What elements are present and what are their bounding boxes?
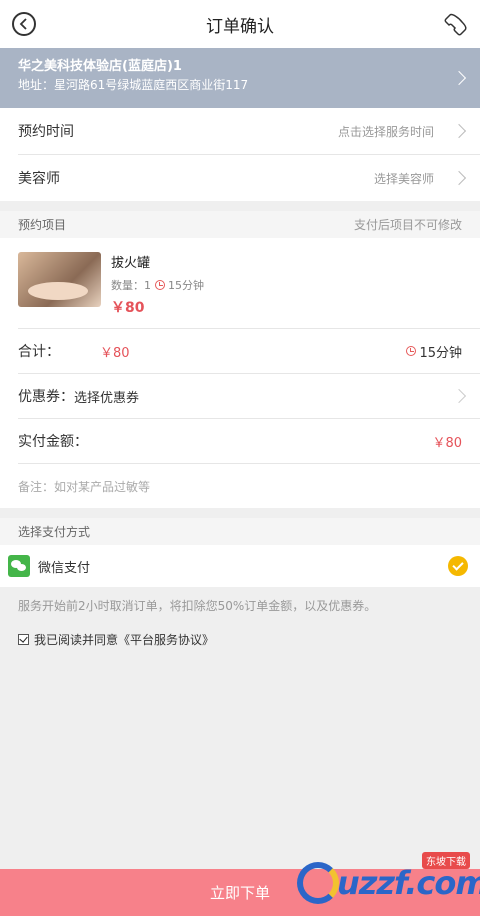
cancellation-notice: 服务开始前2小时取消订单，将扣除您50%订单金额，以及优惠券。 — [18, 599, 377, 613]
store-name: 华之美科技体验店(蓝庭店)1 — [18, 59, 182, 74]
watermark-logo: uzzf.com 东坡下载 — [297, 852, 480, 910]
watermark-text: uzzf.com — [337, 864, 480, 902]
store-info[interactable]: 华之美科技体验店(蓝庭店)1 地址：星河路61号绿城蓝庭西区商业街117 — [0, 48, 480, 108]
store-address: 地址：星河路61号绿城蓝庭西区商业街117 — [18, 78, 249, 92]
agreement-row[interactable]: 我已阅读并同意《平台服务协议》 — [0, 625, 480, 654]
payment-section-title: 选择支付方式 — [18, 525, 91, 539]
payable-label: 实付金额： — [18, 434, 88, 450]
payable-row: 实付金额： ￥80 — [0, 419, 480, 463]
clock-icon — [406, 346, 417, 356]
service-price: ￥80 — [111, 300, 145, 316]
appointment-time-value: 点击选择服务时间 — [337, 124, 434, 139]
appointment-time-label: 预约时间 — [18, 124, 74, 140]
wechat-pay-option[interactable]: 微信支付 — [0, 545, 480, 587]
stylist-value: 选择美容师 — [373, 171, 434, 186]
appointment-time-row[interactable]: 预约时间 点击选择服务时间 — [0, 108, 480, 154]
wechat-icon — [8, 555, 30, 577]
total-amount: ￥80 — [100, 345, 130, 361]
total-label: 合计： — [18, 344, 60, 360]
submit-order-label: 立即下单 — [209, 884, 270, 902]
checkmark-icon — [448, 556, 468, 576]
items-section-title: 预约项目 — [18, 218, 67, 232]
watermark-swirl-icon — [297, 862, 339, 904]
payable-amount: ￥80 — [432, 435, 462, 451]
order-summary: 合计： ￥80 15分钟 优惠券： 选择优惠券 实付金额： ￥80 备注：如对某… — [0, 328, 480, 508]
coupon-row[interactable]: 优惠券： 选择优惠券 — [0, 374, 480, 418]
watermark-badge: 东坡下载 — [422, 852, 470, 869]
service-thumbnail — [18, 252, 101, 307]
total-row: 合计： ￥80 15分钟 — [0, 329, 480, 373]
total-duration: 15分钟 — [402, 342, 462, 361]
remark-input[interactable]: 备注：如对某产品过敏等 — [0, 464, 480, 508]
items-section-header: 预约项目 支付后项目不可修改 — [0, 211, 480, 238]
service-quantity: 数量：1 — [111, 279, 151, 292]
service-item[interactable]: 拔火罐 数量：1 15分钟 ￥80 — [0, 238, 480, 328]
coupon-label: 优惠券： — [18, 389, 74, 405]
agreement-checkbox[interactable] — [18, 634, 29, 645]
stylist-label: 美容师 — [18, 171, 60, 187]
agreement-text[interactable]: 我已阅读并同意《平台服务协议》 — [34, 631, 214, 648]
service-duration: 15分钟 — [168, 279, 204, 292]
total-duration-value: 15分钟 — [419, 345, 462, 361]
payment-section-header: 选择支付方式 — [0, 518, 480, 545]
header-bar: 订单确认 — [0, 0, 480, 48]
back-icon[interactable] — [12, 12, 36, 36]
service-info: 拔火罐 数量：1 15分钟 ￥80 — [111, 252, 204, 316]
phone-icon[interactable] — [440, 10, 468, 38]
page-title: 订单确认 — [206, 16, 274, 37]
service-meta: 数量：1 15分钟 — [111, 277, 204, 293]
stylist-row[interactable]: 美容师 选择美容师 — [0, 155, 480, 201]
chevron-right-icon — [451, 388, 467, 404]
wechat-pay-label: 微信支付 — [38, 560, 91, 576]
chevron-right-icon — [451, 123, 467, 139]
coupon-value: 选择优惠券 — [74, 390, 140, 406]
chevron-right-icon — [451, 170, 467, 186]
clock-icon — [155, 280, 165, 290]
service-name: 拔火罐 — [111, 256, 151, 271]
items-section-note: 支付后项目不可修改 — [353, 218, 462, 232]
